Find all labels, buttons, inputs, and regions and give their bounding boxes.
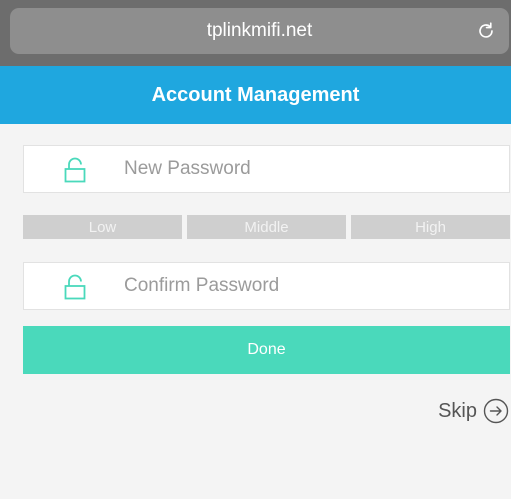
lock-icon — [64, 274, 86, 300]
app-header: Account Management — [0, 66, 511, 124]
new-password-field[interactable] — [23, 145, 510, 193]
lock-icon — [64, 157, 86, 183]
strength-low: Low — [23, 215, 182, 239]
url-text: tplinkmifi.net — [206, 20, 313, 41]
done-label: Done — [247, 341, 286, 358]
skip-link[interactable]: Skip — [438, 396, 509, 426]
password-strength-meter: Low Middle High — [23, 215, 510, 239]
url-bar[interactable]: tplinkmifi.net — [10, 8, 509, 54]
skip-label: Skip — [438, 399, 477, 422]
page-title: Account Management — [151, 83, 360, 106]
reload-icon[interactable] — [475, 20, 497, 42]
strength-high: High — [351, 215, 510, 239]
strength-middle: Middle — [187, 215, 346, 239]
browser-toolbar: tplinkmifi.net — [0, 0, 511, 66]
confirm-password-input[interactable] — [124, 263, 504, 309]
arrow-right-circle-icon — [483, 398, 509, 424]
confirm-password-field[interactable] — [23, 262, 510, 310]
done-button[interactable]: Done — [23, 326, 510, 374]
new-password-input[interactable] — [124, 146, 504, 192]
